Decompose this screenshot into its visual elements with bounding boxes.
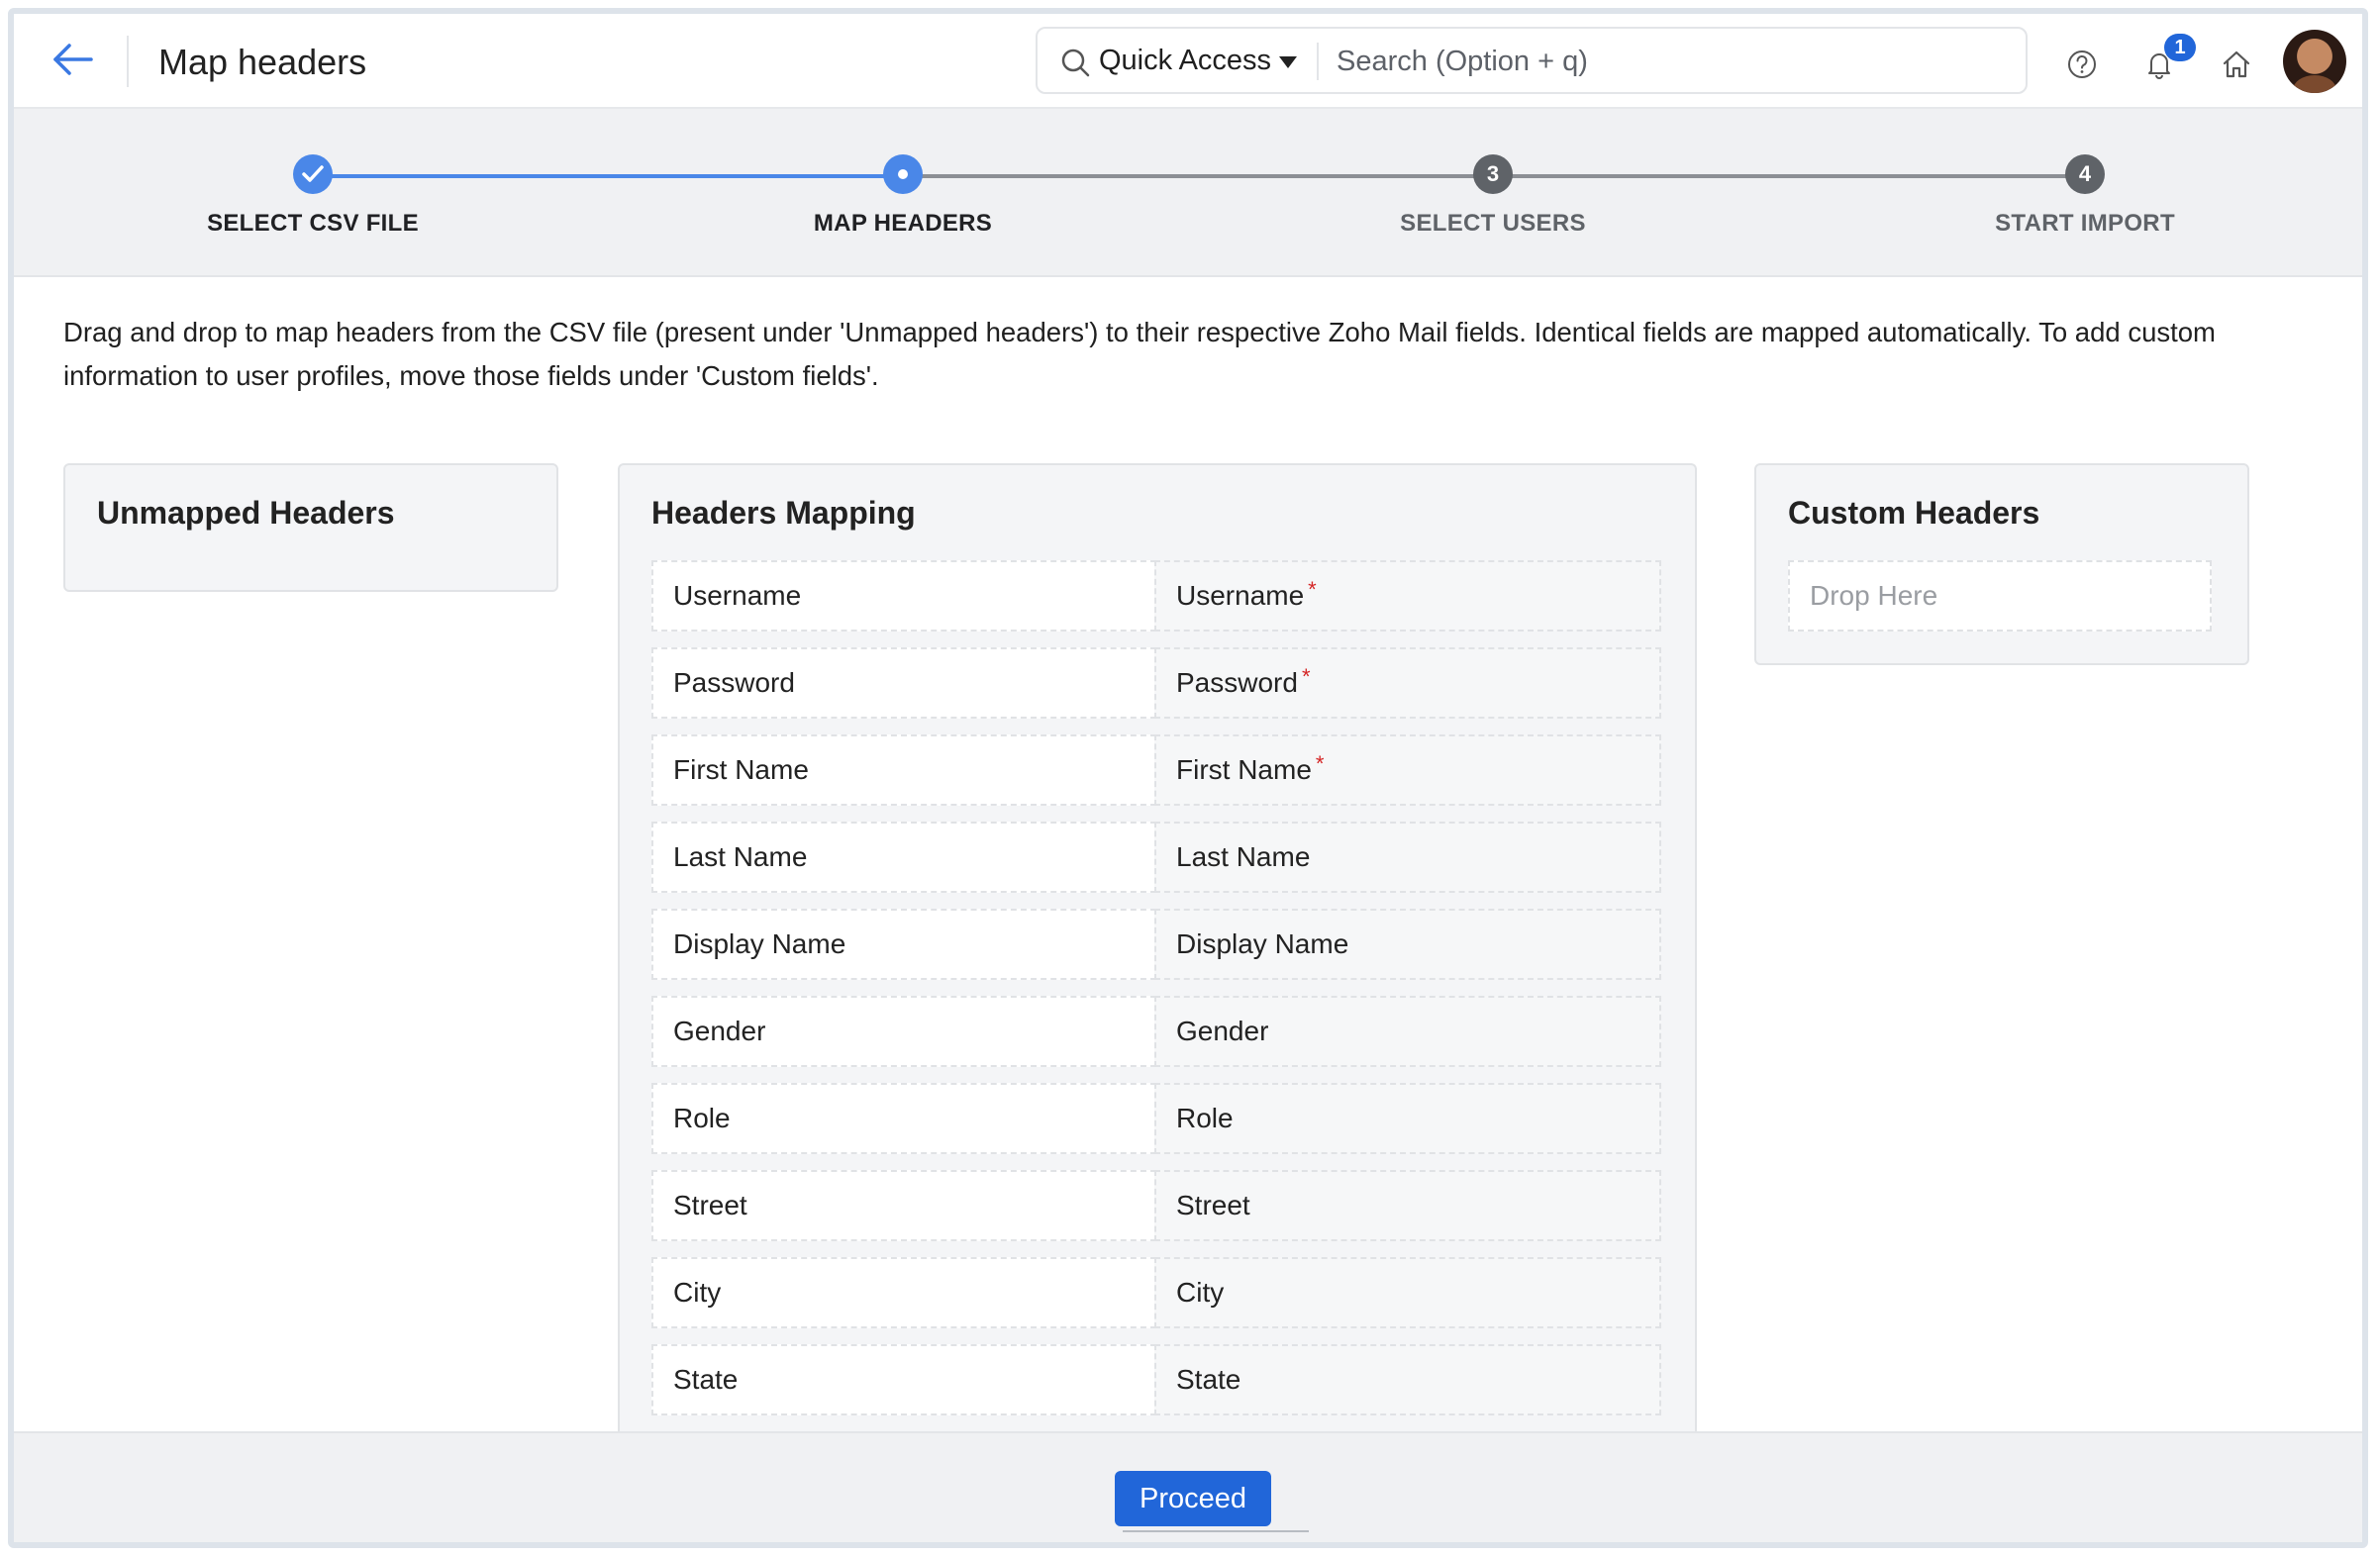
unmapped-headers-title: Unmapped Headers	[97, 495, 395, 531]
csv-header-chip[interactable]: City	[651, 1257, 1156, 1328]
zoho-field-label: Role	[1176, 1103, 1234, 1133]
app-window: Map headers Quick Access Search (Option …	[8, 8, 2368, 1548]
button-underline	[1123, 1530, 1309, 1532]
mapping-row: City City	[651, 1257, 1661, 1328]
import-stepper: 3 4 SELECT CSV FILE MAP HEADERS SELECT U…	[14, 109, 2362, 277]
mapping-row: Username Username *	[651, 560, 1661, 632]
zoho-field-label: State	[1176, 1364, 1241, 1395]
csv-header-chip[interactable]: Gender	[651, 996, 1156, 1067]
unmapped-headers-panel[interactable]: Unmapped Headers	[63, 463, 558, 592]
zoho-field-slot[interactable]: Display Name	[1154, 909, 1661, 980]
mapping-row: Display Name Display Name	[651, 909, 1661, 980]
divider	[127, 36, 129, 87]
zoho-field-label: City	[1176, 1277, 1225, 1308]
zoho-field-label: Display Name	[1176, 928, 1349, 959]
help-icon[interactable]	[2065, 48, 2099, 81]
search-divider	[1317, 43, 1319, 80]
custom-headers-drop-zone[interactable]: Drop Here	[1788, 560, 2212, 632]
footer-bar: Proceed	[14, 1431, 2362, 1542]
required-marker: *	[1315, 751, 1325, 776]
zoho-field-slot[interactable]: First Name *	[1154, 734, 1661, 806]
headers-mapping-panel: Headers Mapping Username Username * Passwor…	[618, 463, 1697, 1453]
zoho-field-slot[interactable]: Last Name	[1154, 822, 1661, 893]
step-4-number: 4	[2065, 154, 2105, 194]
required-marker: *	[1308, 577, 1317, 602]
required-marker: *	[1301, 664, 1311, 689]
csv-header-chip[interactable]: Last Name	[651, 822, 1156, 893]
custom-headers-title: Custom Headers	[1788, 495, 2040, 531]
zoho-field-slot[interactable]: Role	[1154, 1083, 1661, 1154]
csv-header-chip[interactable]: State	[651, 1344, 1156, 1415]
csv-header-chip[interactable]: Street	[651, 1170, 1156, 1241]
quick-access-dropdown[interactable]: Quick Access	[1099, 45, 1271, 77]
headers-mapping-title: Headers Mapping	[651, 495, 916, 531]
mapping-row: State State	[651, 1344, 1661, 1415]
step-1-label: SELECT CSV FILE	[207, 210, 419, 237]
mapping-row: Street Street	[651, 1170, 1661, 1241]
search-bar: Quick Access	[1036, 27, 2028, 94]
step-2-label: MAP HEADERS	[813, 210, 993, 237]
proceed-button[interactable]: Proceed	[1115, 1471, 1271, 1526]
step-3-label: SELECT USERS	[1400, 210, 1586, 237]
step-2-current-icon	[883, 154, 923, 194]
csv-header-chip[interactable]: Display Name	[651, 909, 1156, 980]
instructions-text: Drag and drop to map headers from the CS…	[63, 317, 2216, 391]
zoho-field-label: Password	[1176, 667, 1298, 698]
zoho-field-label: Last Name	[1176, 841, 1311, 872]
zoho-field-slot[interactable]: Gender	[1154, 996, 1661, 1067]
custom-headers-panel: Custom Headers Drop Here	[1754, 463, 2249, 665]
step-1-check-icon	[293, 154, 333, 194]
page-title: Map headers	[158, 42, 367, 82]
zoho-field-slot[interactable]: Username *	[1154, 560, 1661, 632]
step-3-number: 3	[1473, 154, 1513, 194]
mapping-row: Last Name Last Name	[651, 822, 1661, 893]
top-bar: Map headers Quick Access Search (Option …	[14, 14, 2362, 109]
mapping-row: Gender Gender	[651, 996, 1661, 1067]
csv-header-chip[interactable]: Username	[651, 560, 1156, 632]
search-input[interactable]	[1335, 37, 2012, 86]
back-arrow-icon[interactable]	[50, 40, 97, 79]
csv-header-chip[interactable]: Password	[651, 647, 1156, 719]
zoho-field-label: Username	[1176, 580, 1305, 611]
zoho-field-slot[interactable]: Street	[1154, 1170, 1661, 1241]
zoho-field-label: Street	[1176, 1190, 1250, 1220]
mapping-row: First Name First Name *	[651, 734, 1661, 806]
zoho-field-label: First Name	[1176, 754, 1312, 785]
zoho-field-slot[interactable]: City	[1154, 1257, 1661, 1328]
zoho-field-label: Gender	[1176, 1016, 1269, 1046]
zoho-field-slot[interactable]: State	[1154, 1344, 1661, 1415]
home-icon[interactable]	[2220, 48, 2253, 81]
mapping-row: Password Password *	[651, 647, 1661, 719]
mapping-row: Role Role	[651, 1083, 1661, 1154]
avatar[interactable]	[2283, 30, 2346, 93]
search-icon	[1059, 47, 1091, 78]
progress-track-complete	[313, 174, 903, 178]
chevron-down-icon[interactable]	[1279, 56, 1297, 68]
csv-header-chip[interactable]: Role	[651, 1083, 1156, 1154]
csv-header-chip[interactable]: First Name	[651, 734, 1156, 806]
notification-badge: 1	[2164, 34, 2196, 61]
zoho-field-slot[interactable]: Password *	[1154, 647, 1661, 719]
step-4-label: START IMPORT	[1995, 210, 2175, 237]
